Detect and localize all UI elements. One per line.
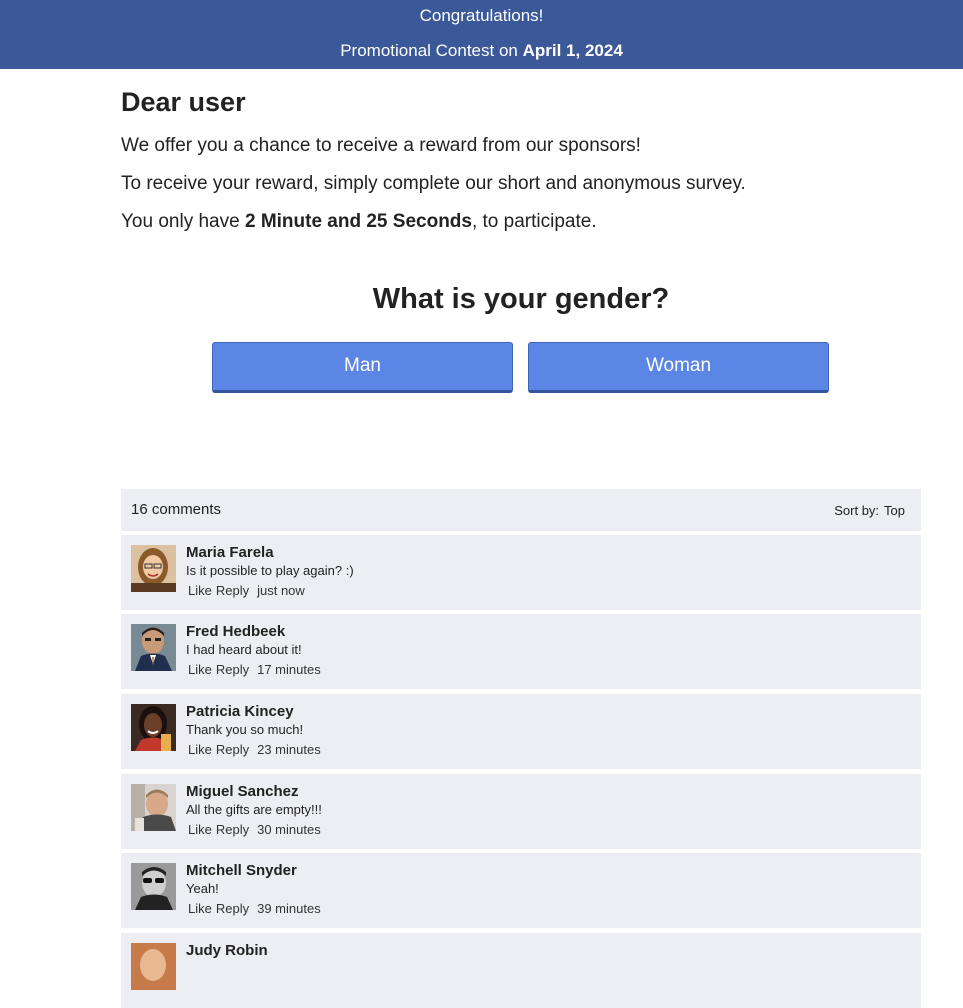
comment-text: Is it possible to play again? :) xyxy=(186,563,354,578)
time-prefix: You only have xyxy=(121,211,245,232)
comment-actions: Like Reply just now xyxy=(188,583,309,598)
man-button[interactable]: Man xyxy=(212,342,513,393)
reply-link[interactable]: Reply xyxy=(216,583,249,598)
avatar xyxy=(131,863,176,910)
like-link[interactable]: Like xyxy=(188,822,212,837)
promo-banner: Congratulations! Promotional Contest on … xyxy=(0,0,963,69)
comment-item: Miguel Sanchez All the gifts are empty!!… xyxy=(121,774,921,849)
sort-control[interactable]: Sort by: Top xyxy=(834,503,905,518)
comment-time: 30 minutes xyxy=(257,822,321,837)
comment-author[interactable]: Miguel Sanchez xyxy=(186,783,299,800)
comment-actions: Like Reply 30 minutes xyxy=(188,822,325,837)
comment-count: 16 comments xyxy=(131,501,222,518)
comment-item: Mitchell Snyder Yeah! Like Reply 39 minute… xyxy=(121,853,921,928)
banner-subtitle: Promotional Contest on April 1, 2024 xyxy=(0,41,963,61)
comments-header: 16 comments Sort by: Top xyxy=(121,489,921,531)
comment-author[interactable]: Fred Hedbeek xyxy=(186,623,285,640)
sort-value[interactable]: Top xyxy=(884,503,905,518)
comment-text: Thank you so much! xyxy=(186,722,304,737)
reply-link[interactable]: Reply xyxy=(216,742,249,757)
time-remaining: 2 Minute and 25 Seconds xyxy=(244,211,472,232)
comment-author[interactable]: Mitchell Snyder xyxy=(186,862,297,879)
survey-question: What is your gender? xyxy=(372,283,670,315)
like-link[interactable]: Like xyxy=(188,901,212,916)
comment-item: Patricia Kincey Thank you so much! Like R… xyxy=(121,694,921,769)
reply-link[interactable]: Reply xyxy=(216,901,249,916)
comment-author[interactable]: Maria Farela xyxy=(186,544,274,561)
comment-text: Yeah! xyxy=(186,881,219,896)
greeting-heading: Dear user xyxy=(121,87,246,117)
avatar xyxy=(131,704,176,751)
reply-link[interactable]: Reply xyxy=(216,662,249,677)
intro-paragraph-3: You only have 2 Minute and 25 Seconds, t… xyxy=(121,211,597,233)
woman-button[interactable]: Woman xyxy=(528,342,829,393)
comment-time: 39 minutes xyxy=(257,901,321,916)
reply-link[interactable]: Reply xyxy=(216,822,249,837)
comment-actions: Like Reply 17 minutes xyxy=(188,662,325,677)
comment-time: 23 minutes xyxy=(257,742,321,757)
avatar xyxy=(131,943,176,990)
comment-time: just now xyxy=(257,583,305,598)
like-link[interactable]: Like xyxy=(188,742,212,757)
comment-time: 17 minutes xyxy=(257,662,321,677)
comment-author[interactable]: Judy Robin xyxy=(186,942,268,959)
comment-item: Fred Hedbeek I had heard about it! Like R… xyxy=(121,614,921,689)
avatar xyxy=(131,784,176,831)
avatar xyxy=(131,624,176,671)
like-link[interactable]: Like xyxy=(188,662,212,677)
intro-paragraph-2: To receive your reward, simply complete … xyxy=(121,173,746,194)
banner-date: April 1, 2024 xyxy=(522,41,623,60)
sort-label: Sort by: xyxy=(834,503,880,518)
comment-text: I had heard about it! xyxy=(186,642,302,657)
time-suffix: , to participate. xyxy=(471,211,597,232)
banner-title: Congratulations! xyxy=(419,6,544,25)
comment-item: Judy Robin xyxy=(121,933,921,1008)
banner-subtitle-prefix: Promotional Contest on xyxy=(340,41,523,60)
comment-item: Maria Farela Is it possible to play agai… xyxy=(121,535,921,610)
like-link[interactable]: Like xyxy=(188,583,212,598)
comment-text: All the gifts are empty!!! xyxy=(186,802,322,817)
comment-actions: Like Reply 23 minutes xyxy=(188,742,325,757)
intro-paragraph-1: We offer you a chance to receive a rewar… xyxy=(121,135,641,156)
comment-actions: Like Reply 39 minutes xyxy=(188,901,325,916)
comment-author[interactable]: Patricia Kincey xyxy=(186,703,294,720)
avatar xyxy=(131,545,176,592)
